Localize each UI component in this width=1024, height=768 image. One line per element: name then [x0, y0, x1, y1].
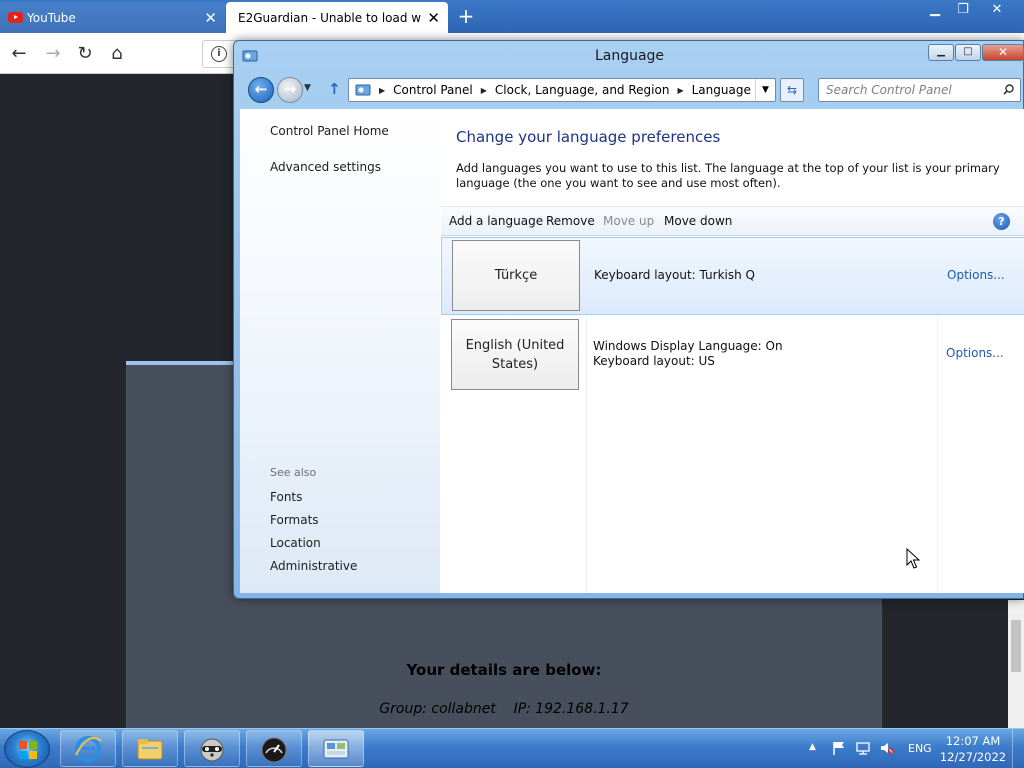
reload-icon[interactable]: ↻ — [72, 41, 98, 67]
language-tile: English (United States) — [451, 319, 579, 390]
search-input[interactable]: Search Control Panel — [818, 78, 1021, 102]
back-arrow-icon[interactable]: ← — [6, 41, 32, 67]
options-link[interactable]: Options... — [947, 268, 1005, 282]
close-icon[interactable]: ✕ — [421, 9, 440, 27]
language-window: Language ▁ □ ✕ ← → ▼ ↑ ▶ Control Panel ▶… — [233, 40, 1024, 599]
scrollbar-thumb[interactable] — [1011, 620, 1021, 672]
fonts-link[interactable]: Fonts — [270, 490, 302, 504]
language-list: Türkçe Keyboard layout: Turkish Q Option… — [441, 237, 1024, 593]
list-item-turkish[interactable]: Türkçe Keyboard layout: Turkish Q Option… — [441, 237, 1024, 315]
task-pane: Control Panel Home Advanced settings See… — [240, 109, 440, 593]
new-tab-button[interactable]: + — [454, 4, 478, 28]
breadcrumb-language[interactable]: Language — [692, 83, 751, 97]
tab-title: YouTube — [27, 10, 76, 25]
language-info: Keyboard layout: Turkish Q — [594, 268, 755, 283]
windows-logo-icon — [19, 741, 37, 759]
close-icon[interactable]: ✕ — [982, 44, 1024, 61]
remove-button[interactable]: Remove — [546, 214, 595, 228]
close-window-icon[interactable]: ✕ — [982, 0, 1012, 20]
tab-youtube[interactable]: YouTube ✕ — [0, 2, 225, 33]
minimize-icon[interactable]: ▁ — [928, 44, 954, 61]
move-up-button[interactable]: Move up — [603, 214, 654, 228]
clock-date: 12/27/2022 — [939, 750, 1007, 764]
info-icon[interactable]: i — [211, 46, 227, 62]
restore-icon[interactable]: ❐ — [948, 0, 978, 20]
chevron-down-icon[interactable]: ▼ — [304, 83, 311, 93]
forward-arrow-icon[interactable]: → — [40, 41, 66, 67]
breadcrumb-clock-language-region[interactable]: Clock, Language, and Region — [495, 83, 670, 97]
chevron-down-icon[interactable]: ▼ — [755, 79, 775, 101]
navigation-bar: ← → ▼ ↑ ▶ Control Panel ▶ Clock, Languag… — [234, 73, 1024, 107]
browser-scrollbar[interactable] — [1008, 600, 1024, 728]
language-tile: Türkçe — [452, 240, 580, 311]
control-panel-icon — [323, 739, 349, 759]
speedometer-app-taskbar-button[interactable] — [246, 730, 302, 767]
chevron-right-icon[interactable]: ▶ — [669, 86, 691, 95]
network-icon[interactable] — [855, 740, 871, 756]
browser-tab-bar: YouTube ✕ E2Guardian - Unable to load we… — [0, 0, 1024, 33]
volume-muted-icon[interactable] — [879, 740, 895, 756]
taskbar: ▲ ENG 12:07 AM 12/27/2022 — [0, 728, 1024, 768]
advanced-settings-link[interactable]: Advanced settings — [270, 160, 381, 174]
speedometer-icon — [261, 737, 287, 763]
close-icon[interactable]: ✕ — [198, 9, 217, 27]
search-placeholder: Search Control Panel — [826, 83, 952, 97]
administrative-link[interactable]: Administrative — [270, 559, 357, 573]
page-title: Change your language preferences — [456, 128, 721, 146]
breadcrumb[interactable]: ▶ Control Panel ▶ Clock, Language, and R… — [348, 78, 776, 102]
breadcrumb-control-panel[interactable]: Control Panel — [393, 83, 473, 97]
home-icon[interactable]: ⌂ — [104, 41, 130, 67]
location-link[interactable]: Location — [270, 536, 321, 550]
list-item-english[interactable]: English (United States) Windows Display … — [441, 317, 1024, 395]
page-description: Add languages you want to use to this li… — [456, 161, 1000, 190]
control-panel-icon — [355, 84, 371, 96]
youtube-icon — [8, 12, 23, 23]
keyboard-layout-text: Keyboard layout: US — [593, 354, 715, 368]
minimize-icon[interactable]: ▁ — [920, 0, 950, 20]
control-panel-home-link[interactable]: Control Panel Home — [270, 124, 389, 138]
details-line: Group: collabnet IP: 192.168.1.17 — [379, 701, 629, 717]
move-down-button[interactable]: Move down — [664, 214, 732, 228]
window-body: Control Panel Home Advanced settings See… — [240, 109, 1024, 593]
options-link[interactable]: Options... — [946, 346, 1004, 360]
internet-explorer-icon — [75, 736, 102, 762]
raccoon-icon — [200, 738, 224, 762]
input-language-indicator[interactable]: ENG — [908, 742, 932, 755]
search-icon[interactable] — [1003, 84, 1014, 95]
tab-title: E2Guardian - Unable to load website — [238, 10, 422, 25]
clock-time: 12:07 AM — [945, 734, 1001, 748]
window-titlebar[interactable]: Language ▁ □ ✕ — [234, 41, 1024, 71]
refresh-icon[interactable]: ⇆ — [780, 78, 804, 102]
window-title: Language — [594, 48, 665, 64]
help-icon[interactable]: ? — [993, 213, 1010, 230]
file-explorer-taskbar-button[interactable] — [122, 730, 178, 767]
internet-explorer-taskbar-button[interactable] — [60, 730, 116, 767]
display-language-text: Windows Display Language: On — [593, 339, 783, 353]
chevron-up-icon[interactable]: ▲ — [809, 742, 816, 752]
chevron-right-icon[interactable]: ▶ — [371, 86, 393, 95]
mouse-cursor-icon — [906, 548, 920, 569]
language-info: Windows Display Language: On Keyboard la… — [593, 339, 783, 369]
forward-arrow-icon[interactable]: → — [277, 77, 303, 103]
see-also-label: See also — [270, 466, 317, 479]
keyboard-layout-text: Keyboard layout: Turkish Q — [594, 268, 755, 282]
show-desktop-button[interactable] — [1012, 729, 1024, 768]
formats-link[interactable]: Formats — [270, 513, 319, 527]
folder-icon — [137, 739, 163, 760]
tab-e2guardian[interactable]: E2Guardian - Unable to load website ✕ — [226, 2, 448, 33]
add-language-button[interactable]: Add a language — [449, 214, 543, 228]
start-button[interactable] — [4, 730, 50, 768]
main-content: Change your language preferences Add lan… — [441, 109, 1024, 593]
back-arrow-icon[interactable]: ← — [248, 77, 274, 103]
raccoon-app-taskbar-button[interactable] — [184, 730, 240, 767]
details-heading: Your details are below: — [406, 661, 602, 679]
action-center-flag-icon[interactable] — [831, 740, 847, 756]
up-arrow-icon[interactable]: ↑ — [328, 80, 341, 98]
clock[interactable]: 12:07 AM 12/27/2022 — [938, 733, 1008, 765]
maximize-icon[interactable]: □ — [955, 44, 981, 61]
chevron-right-icon[interactable]: ▶ — [473, 86, 495, 95]
control-panel-taskbar-button[interactable] — [308, 730, 364, 767]
language-toolbar: Add a language Remove Move up Move down … — [441, 206, 1024, 236]
